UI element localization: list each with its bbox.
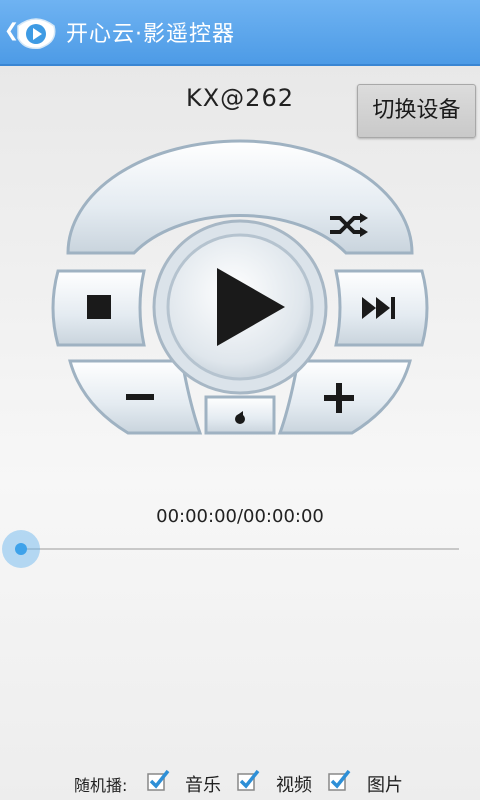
volume-up-button[interactable] xyxy=(277,359,412,435)
volume-down-button[interactable] xyxy=(68,359,203,435)
music-checkbox[interactable] xyxy=(146,768,170,792)
video-option-label: 视频 xyxy=(276,775,312,796)
action-bar: ❮ 开心云·影遥控器 xyxy=(0,0,480,66)
seek-thumb[interactable] xyxy=(2,530,40,568)
video-checkbox[interactable] xyxy=(236,768,260,792)
play-button[interactable] xyxy=(152,219,328,395)
app-title: 开心云·影遥控器 xyxy=(66,22,235,47)
seek-bar[interactable] xyxy=(22,548,459,550)
mute-button[interactable] xyxy=(204,395,276,435)
random-play-label: 随机播: xyxy=(74,776,128,795)
music-option-label: 音乐 xyxy=(185,775,221,796)
switch-device-button[interactable]: 切换设备 xyxy=(357,84,476,138)
stop-icon xyxy=(87,295,111,319)
stop-button[interactable] xyxy=(51,269,146,347)
image-checkbox[interactable] xyxy=(327,768,351,792)
random-play-options: 随机播: 音乐 视频 图片 xyxy=(0,760,480,800)
remote-control-pad xyxy=(51,139,429,435)
app-logo-icon[interactable] xyxy=(14,14,58,52)
next-button[interactable] xyxy=(334,269,429,347)
playback-time: 00:00:00/00:00:00 xyxy=(156,506,324,527)
image-option-label: 图片 xyxy=(367,775,403,796)
minus-icon xyxy=(126,394,154,400)
